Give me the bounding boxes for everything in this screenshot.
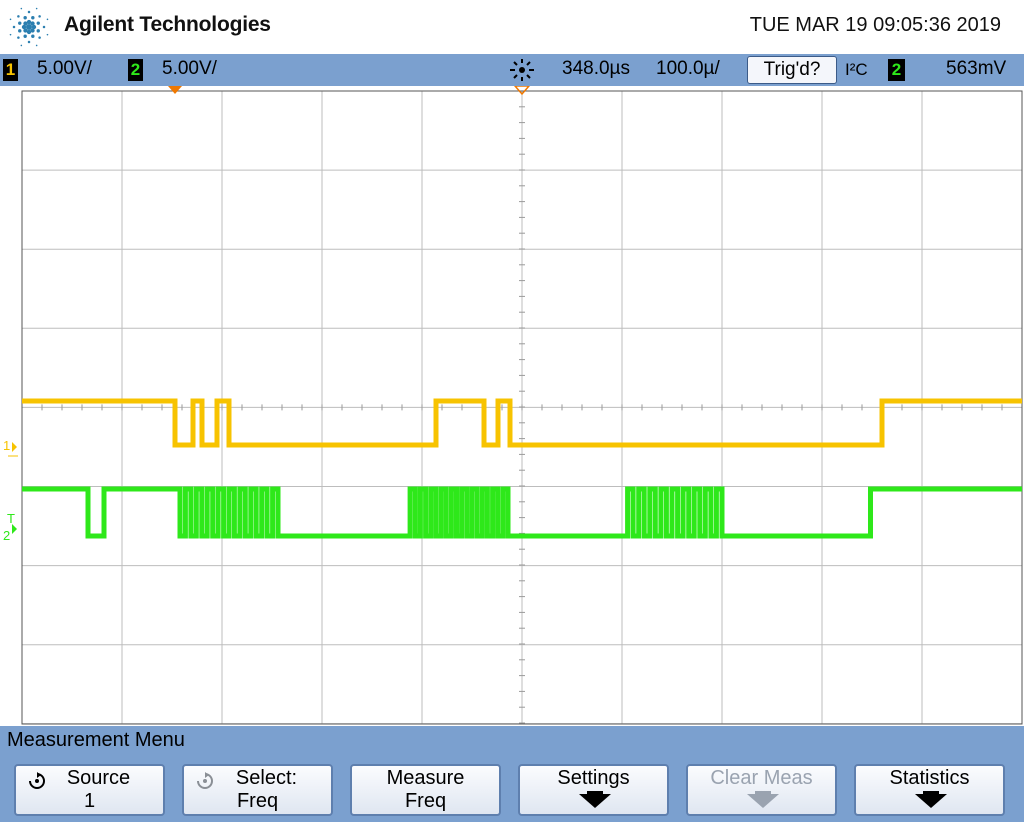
- statistics-label: Statistics: [889, 767, 970, 789]
- arrow-down-icon: [579, 794, 611, 808]
- clear-meas-softkey[interactable]: Clear Meas: [686, 764, 837, 816]
- trigger-level[interactable]: 563mV: [946, 58, 1006, 80]
- brand-name: Agilent Technologies: [64, 13, 271, 36]
- settings-softkey[interactable]: Settings: [518, 764, 669, 816]
- statistics-softkey[interactable]: Statistics: [854, 764, 1005, 816]
- horizontal-delay[interactable]: 348.0µs: [562, 58, 630, 80]
- status-bar: 1 5.00V/ 2 5.00V/ 348.0µs 100.0µ/ Trig'd…: [0, 54, 1024, 86]
- arrow-down-icon: [747, 794, 779, 808]
- measure-softkey[interactable]: Measure Freq: [350, 764, 501, 816]
- clear-meas-label: Clear Meas: [710, 767, 813, 789]
- select-softkey[interactable]: Select: Freq: [182, 764, 333, 816]
- ch2-badge[interactable]: 2: [128, 59, 143, 81]
- waveform-display[interactable]: 1 T 2: [0, 86, 1024, 726]
- horizontal-delay-icon: [510, 59, 534, 81]
- arrow-down-icon: [915, 794, 947, 808]
- header: Agilent Technologies TUE MAR 19 09:05:36…: [0, 0, 1024, 54]
- trigger-source-badge[interactable]: 2: [888, 59, 905, 81]
- menu-title: Measurement Menu: [7, 729, 185, 751]
- measure-value: Freq: [404, 790, 447, 812]
- source-value: 1: [83, 790, 96, 812]
- settings-label: Settings: [557, 767, 630, 789]
- ch2-scale[interactable]: 5.00V/: [162, 58, 217, 80]
- timebase-scale[interactable]: 100.0µ/: [656, 58, 720, 80]
- ch2-ground-marker[interactable]: 2: [3, 528, 10, 543]
- graticule: [0, 86, 1024, 726]
- measure-label: Measure: [386, 767, 465, 789]
- source-softkey[interactable]: Source 1: [14, 764, 165, 816]
- select-value: Freq: [236, 790, 279, 812]
- trigger-mode[interactable]: I²C: [845, 60, 868, 80]
- trigger-status: Trig'd?: [747, 56, 837, 84]
- source-label: Source: [66, 767, 131, 789]
- ch1-scale[interactable]: 5.00V/: [37, 58, 92, 80]
- datetime: TUE MAR 19 09:05:36 2019: [749, 14, 1001, 36]
- ch1-badge[interactable]: 1: [3, 59, 18, 81]
- measurement-menu: Measurement Menu Source 1 Select: Freq M…: [0, 726, 1024, 822]
- select-label: Select:: [235, 767, 298, 789]
- agilent-spark-icon: [9, 7, 49, 47]
- ch1-ground-marker[interactable]: 1: [3, 438, 10, 453]
- trigger-level-marker[interactable]: T: [7, 511, 15, 526]
